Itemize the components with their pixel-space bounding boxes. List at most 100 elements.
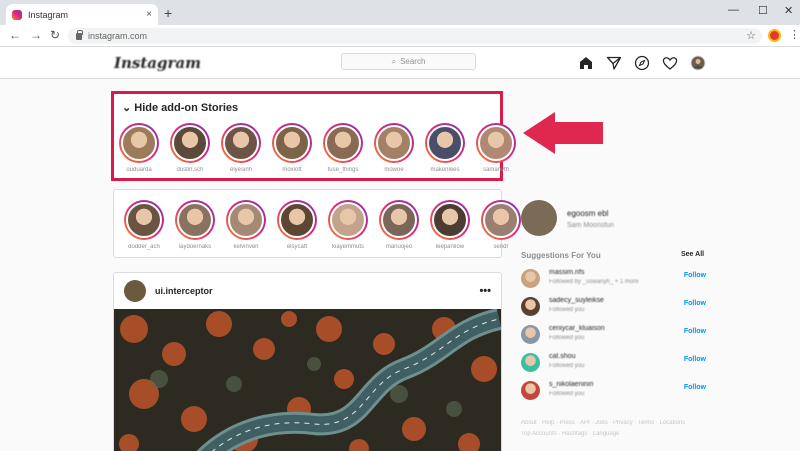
browser-tab-instagram[interactable]: Instagram × xyxy=(6,4,158,25)
story-ring xyxy=(124,200,164,240)
story-item[interactable]: ouduarda xyxy=(117,123,161,173)
search-input[interactable]: ⌕ Search xyxy=(341,53,476,70)
minimize-button[interactable]: — xyxy=(728,4,739,16)
story-ring xyxy=(379,200,419,240)
story-item[interactable]: fuse_things xyxy=(321,123,365,173)
address-bar: ← → ↻ instagram.com ☆ xyxy=(0,25,800,47)
story-username: dodder_ach xyxy=(128,244,160,250)
suggestion-row: massim.nfs Followed by _uswanyh_ + 1 more… xyxy=(521,267,706,289)
suggestion-username[interactable]: cat.shou xyxy=(549,353,575,360)
suggestion-avatar[interactable] xyxy=(521,381,540,400)
tab-close-icon[interactable]: × xyxy=(146,9,152,20)
reload-button[interactable]: ↻ xyxy=(50,28,60,42)
lock-icon xyxy=(76,29,83,40)
story-item[interactable]: mowoe xyxy=(372,123,416,173)
follow-button[interactable]: Follow xyxy=(684,272,706,279)
story-item[interactable]: dodder_ach xyxy=(122,200,166,250)
footer-links-secondary[interactable]: Top Accounts · Hashtags · Language xyxy=(521,431,619,437)
follow-button[interactable]: Follow xyxy=(684,356,706,363)
instagram-logo[interactable]: Instagram xyxy=(114,54,201,72)
story-username: elyesinh xyxy=(229,167,252,173)
back-button[interactable]: ← xyxy=(9,28,21,42)
explore-compass-icon[interactable] xyxy=(634,55,650,71)
post-more-options-icon[interactable]: ••• xyxy=(479,285,491,297)
story-item[interactable]: moxlott xyxy=(270,123,314,173)
story-username: moxlott xyxy=(282,167,302,173)
post-header: ui.interceptor xyxy=(114,273,501,309)
story-ring xyxy=(175,200,215,240)
suggestion-subtitle: Followed you xyxy=(549,363,585,369)
story-item[interactable]: leepanilow xyxy=(428,200,472,250)
story-avatar xyxy=(274,125,310,161)
post-image[interactable] xyxy=(114,309,502,451)
suggestion-username[interactable]: massim.nfs xyxy=(549,269,584,276)
story-avatar xyxy=(432,202,468,238)
suggestion-row: ceniycar_kluaison Followed you Follow xyxy=(521,323,706,345)
new-tab-button[interactable]: + xyxy=(164,5,172,21)
stories-tray: dodder_ach laydoernaks kelvinven elsycatt ki… xyxy=(113,189,521,258)
ig-header: Instagram ⌕ Search xyxy=(0,47,800,79)
story-avatar xyxy=(483,202,519,238)
post-avatar[interactable] xyxy=(124,280,146,302)
story-item[interactable]: laydoernaks xyxy=(173,200,217,250)
footer-links[interactable]: About · Help · Press · API · Jobs · Priv… xyxy=(521,420,685,426)
story-avatar xyxy=(330,202,366,238)
hide-addon-stories-toggle[interactable]: ⌄ Hide add-on Stories xyxy=(122,101,238,114)
story-avatar xyxy=(279,202,315,238)
story-item[interactable]: dustin.sch xyxy=(168,123,212,173)
url-input[interactable]: instagram.com ☆ xyxy=(68,28,762,44)
home-icon[interactable] xyxy=(578,55,594,71)
story-ring xyxy=(425,123,465,163)
suggestion-subtitle: Followed by _uswanyh_ + 1 more xyxy=(549,279,639,285)
story-avatar xyxy=(381,202,417,238)
suggestion-subtitle: Followed you xyxy=(549,391,585,397)
story-avatar xyxy=(223,125,259,161)
window-close-button[interactable]: ✕ xyxy=(784,4,793,17)
follow-button[interactable]: Follow xyxy=(684,384,706,391)
story-item[interactable]: manuojeo xyxy=(377,200,421,250)
story-username: fuse_things xyxy=(327,167,359,173)
feed-post: ui.interceptor ••• xyxy=(113,272,502,451)
suggestion-row: s_nikolaeniniri Followed you Follow xyxy=(521,379,706,401)
story-item[interactable]: kiayemmuts xyxy=(326,200,370,250)
url-text: instagram.com xyxy=(88,31,148,41)
see-all-link[interactable]: See All xyxy=(681,251,704,258)
story-username: samanvth xyxy=(482,167,509,173)
follow-button[interactable]: Follow xyxy=(684,328,706,335)
suggestion-username[interactable]: s_nikolaeniniri xyxy=(549,381,593,388)
story-item[interactable]: kelvinven xyxy=(224,200,268,250)
browser-menu-icon[interactable]: ⋮ xyxy=(789,28,800,41)
story-avatar xyxy=(325,125,361,161)
suggestion-username[interactable]: sadecy_suyleikse xyxy=(549,297,604,304)
story-username: laydoernaks xyxy=(178,244,212,250)
extension-icon[interactable] xyxy=(768,29,781,42)
story-item[interactable]: sendr xyxy=(479,200,523,250)
profile-avatar[interactable] xyxy=(690,55,706,71)
bookmark-star-icon[interactable]: ☆ xyxy=(746,29,756,42)
story-ring xyxy=(277,200,317,240)
my-username[interactable]: egoosm ebl xyxy=(567,209,608,218)
suggestion-username[interactable]: ceniycar_kluaison xyxy=(549,325,605,332)
story-avatar xyxy=(228,202,264,238)
forward-button[interactable]: → xyxy=(30,28,42,42)
direct-message-icon[interactable] xyxy=(606,55,622,71)
my-profile-avatar[interactable] xyxy=(521,200,557,236)
story-ring xyxy=(272,123,312,163)
story-item[interactable]: makenlees xyxy=(423,123,467,173)
red-arrow-annotation xyxy=(523,112,603,154)
suggestion-avatar[interactable] xyxy=(521,325,540,344)
suggestion-avatar[interactable] xyxy=(521,269,540,288)
follow-button[interactable]: Follow xyxy=(684,300,706,307)
story-username: makenlees xyxy=(430,167,460,173)
suggestion-avatar[interactable] xyxy=(521,297,540,316)
post-username[interactable]: ui.interceptor xyxy=(155,286,213,296)
story-avatar xyxy=(121,125,157,161)
activity-heart-icon[interactable] xyxy=(662,55,678,71)
maximize-button[interactable]: ☐ xyxy=(758,4,768,17)
story-item[interactable]: elsycatt xyxy=(275,200,319,250)
suggestion-avatar[interactable] xyxy=(521,353,540,372)
story-username: ouduarda xyxy=(126,167,152,173)
story-item[interactable]: samanvth xyxy=(474,123,518,173)
suggestion-row: cat.shou Followed you Follow xyxy=(521,351,706,373)
story-item[interactable]: elyesinh xyxy=(219,123,263,173)
